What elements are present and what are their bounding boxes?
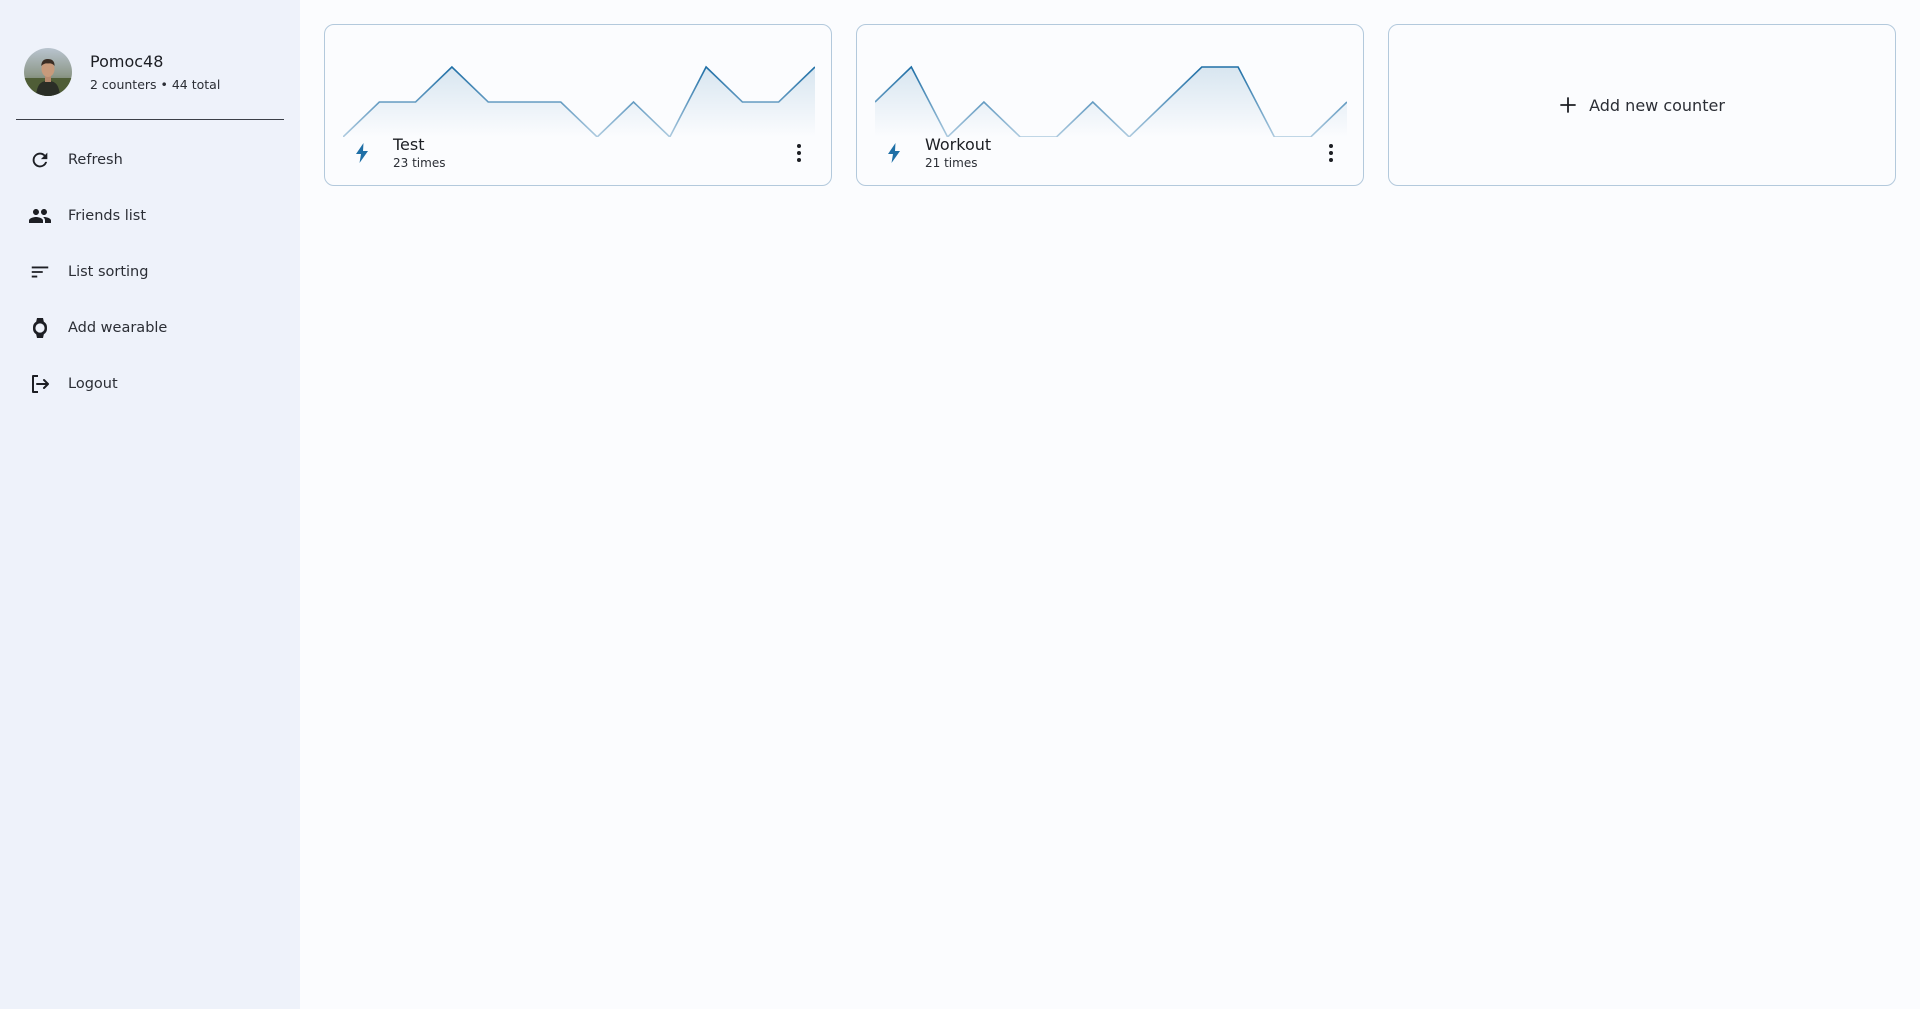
counter-sparkline [343, 65, 815, 137]
add-counter-button[interactable]: Add new counter [1388, 24, 1896, 186]
sparkline-area [875, 67, 1347, 137]
bolt-icon [885, 143, 903, 163]
sidebar-item-add-wearable[interactable]: Add wearable [16, 300, 284, 356]
counter-card-footer: Workout 21 times [857, 129, 1363, 177]
counter-card[interactable]: Workout 21 times [856, 24, 1364, 186]
profile-stats: 2 counters • 44 total [90, 76, 221, 92]
counter-card-footer: Test 23 times [325, 129, 831, 177]
watch-icon [28, 316, 52, 340]
sidebar-item-label: Logout [68, 376, 118, 392]
plus-icon [1559, 96, 1577, 114]
counter-name: Workout [925, 135, 992, 154]
sidebar-divider [16, 119, 284, 120]
sidebar-item-label: List sorting [68, 264, 149, 280]
counter-titles: Test 23 times [393, 135, 445, 171]
sidebar-item-label: Friends list [68, 208, 147, 224]
app-root: Pomoc48 2 counters • 44 total Refresh Fr… [0, 0, 1920, 1009]
sort-icon [28, 260, 52, 284]
counter-count: 21 times [925, 156, 978, 170]
bolt-icon [353, 143, 371, 163]
profile-text: Pomoc48 2 counters • 44 total [90, 52, 220, 93]
refresh-icon [28, 148, 52, 172]
sidebar-item-refresh[interactable]: Refresh [16, 132, 284, 188]
people-icon [28, 204, 52, 228]
sidebar-item-label: Add wearable [68, 320, 168, 336]
profile-header: Pomoc48 2 counters • 44 total [24, 48, 220, 96]
sidebar-item-label: Refresh [68, 152, 123, 168]
sidebar-item-logout[interactable]: Logout [16, 356, 284, 412]
sidebar-item-list-sorting[interactable]: List sorting [16, 244, 284, 300]
logout-icon [28, 372, 52, 396]
main-content: Test 23 times Workout 21 times Add new c… [300, 0, 1920, 1009]
more-options-button[interactable] [1315, 137, 1347, 169]
counter-titles: Workout 21 times [925, 135, 991, 171]
sidebar: Pomoc48 2 counters • 44 total Refresh Fr… [0, 0, 300, 1009]
sidebar-item-friends-list[interactable]: Friends list [16, 188, 284, 244]
more-vert-icon [1329, 144, 1333, 162]
more-vert-icon [797, 144, 801, 162]
more-options-button[interactable] [783, 137, 815, 169]
profile-name: Pomoc48 [90, 51, 164, 71]
add-counter-label: Add new counter [1589, 95, 1725, 115]
counter-name: Test [393, 135, 425, 154]
counter-sparkline [875, 65, 1347, 137]
avatar [24, 48, 72, 96]
counter-card[interactable]: Test 23 times [324, 24, 832, 186]
sidebar-nav: Refresh Friends list List sorting Add we… [16, 132, 284, 412]
counter-count: 23 times [393, 156, 446, 170]
